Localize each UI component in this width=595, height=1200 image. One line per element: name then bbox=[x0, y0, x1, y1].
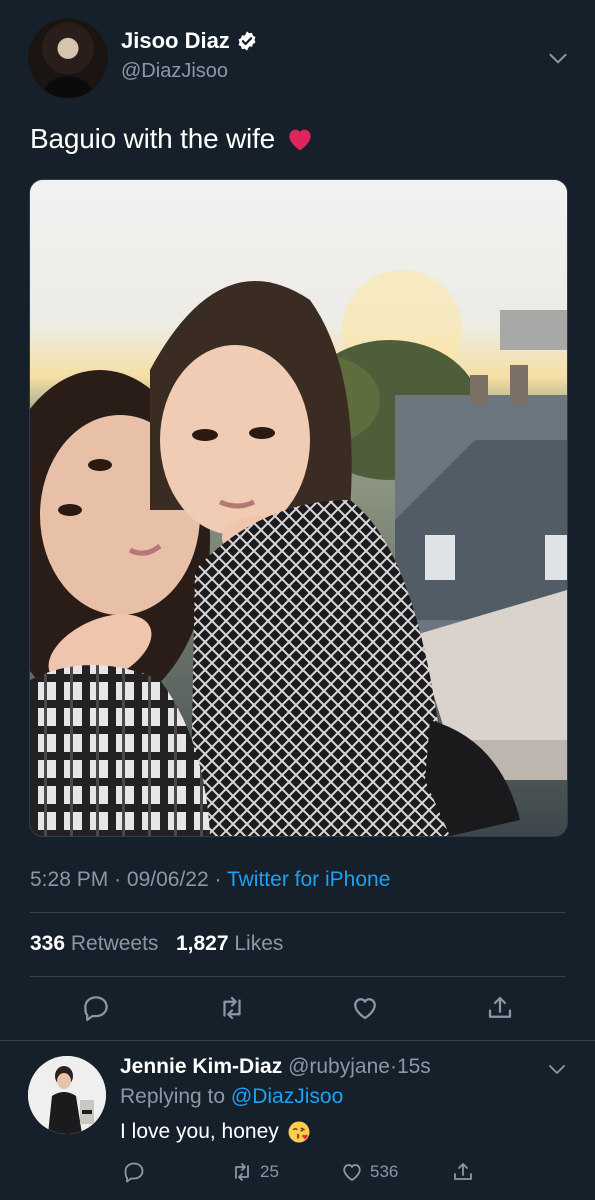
kissing-face-emoji-icon bbox=[288, 1121, 310, 1143]
reply-separator: · bbox=[389, 1055, 397, 1078]
likes-label: Likes bbox=[234, 932, 284, 955]
tweet-meta: 5:28 PM · 09/06/22 · Twitter for iPhone bbox=[30, 868, 390, 892]
tweet-source-link[interactable]: Twitter for iPhone bbox=[227, 868, 390, 891]
tweet-time: 5:28 PM bbox=[30, 868, 109, 891]
tweet-body: Baguio with the wife bbox=[30, 123, 276, 154]
reply-retweets-count: 25 bbox=[260, 1162, 279, 1181]
author-handle[interactable]: @DiazJisoo bbox=[121, 60, 228, 83]
replying-to-mention[interactable]: @DiazJisoo bbox=[231, 1085, 343, 1108]
replying-to: Replying to @DiazJisoo bbox=[120, 1085, 343, 1109]
reply-icon[interactable] bbox=[122, 1160, 146, 1184]
tweet-date: 09/06/22 bbox=[126, 868, 209, 891]
share-icon bbox=[454, 1163, 472, 1180]
likes-count: 1,827 bbox=[175, 932, 229, 955]
reply-likes-count: 536 bbox=[370, 1162, 399, 1181]
reply-header: Jennie Kim-Diaz @rubyjane·15s bbox=[120, 1055, 431, 1079]
tweet-stats: 336 Retweets 1,827 Likes bbox=[30, 932, 283, 956]
like-icon[interactable] bbox=[350, 993, 380, 1023]
replying-to-prefix: Replying to bbox=[120, 1085, 226, 1108]
reply-avatar[interactable] bbox=[28, 1056, 106, 1134]
retweets-label: Retweets bbox=[70, 932, 159, 955]
reply-like-action[interactable]: 536 bbox=[340, 1160, 398, 1184]
reply-handle[interactable]: @rubyjane bbox=[288, 1055, 390, 1078]
reply-body: I love you, honey bbox=[120, 1120, 279, 1143]
share-icon[interactable] bbox=[485, 993, 515, 1023]
reply-icon[interactable] bbox=[81, 993, 111, 1023]
divider bbox=[0, 1040, 595, 1041]
retweets-count: 336 bbox=[30, 932, 66, 955]
retweet-icon[interactable] bbox=[217, 993, 247, 1023]
reply-display-name[interactable]: Jennie Kim-Diaz bbox=[120, 1055, 282, 1078]
likes-stat[interactable]: 1,827 Likes bbox=[176, 932, 283, 955]
retweet-icon bbox=[235, 1163, 249, 1181]
tweet-photo[interactable] bbox=[29, 179, 568, 837]
reply-chevron-down-icon[interactable] bbox=[545, 1057, 569, 1081]
like-icon bbox=[343, 1164, 361, 1181]
chevron-down-icon[interactable] bbox=[545, 45, 571, 71]
avatar-image bbox=[28, 1056, 106, 1134]
photo-image bbox=[30, 180, 567, 836]
reply-reply-action[interactable] bbox=[122, 1160, 146, 1184]
author-display-name[interactable]: Jisoo Diaz bbox=[121, 28, 230, 54]
reply-share-action[interactable] bbox=[451, 1160, 475, 1184]
reply-text: I love you, honey bbox=[120, 1120, 311, 1144]
meta-separator: · bbox=[214, 868, 222, 891]
tweet-text: Baguio with the wife bbox=[30, 123, 315, 155]
heart-emoji-icon bbox=[289, 129, 311, 151]
author-name-row[interactable]: Jisoo Diaz bbox=[121, 28, 258, 54]
author-avatar[interactable] bbox=[28, 18, 108, 98]
divider bbox=[30, 976, 565, 977]
reply-time[interactable]: 15s bbox=[397, 1055, 431, 1078]
retweets-stat[interactable]: 336 Retweets bbox=[30, 932, 158, 955]
reply-retweet-action[interactable]: 25 bbox=[230, 1160, 279, 1184]
meta-separator: · bbox=[114, 868, 122, 891]
verified-badge-icon bbox=[238, 31, 256, 51]
divider bbox=[30, 912, 565, 913]
